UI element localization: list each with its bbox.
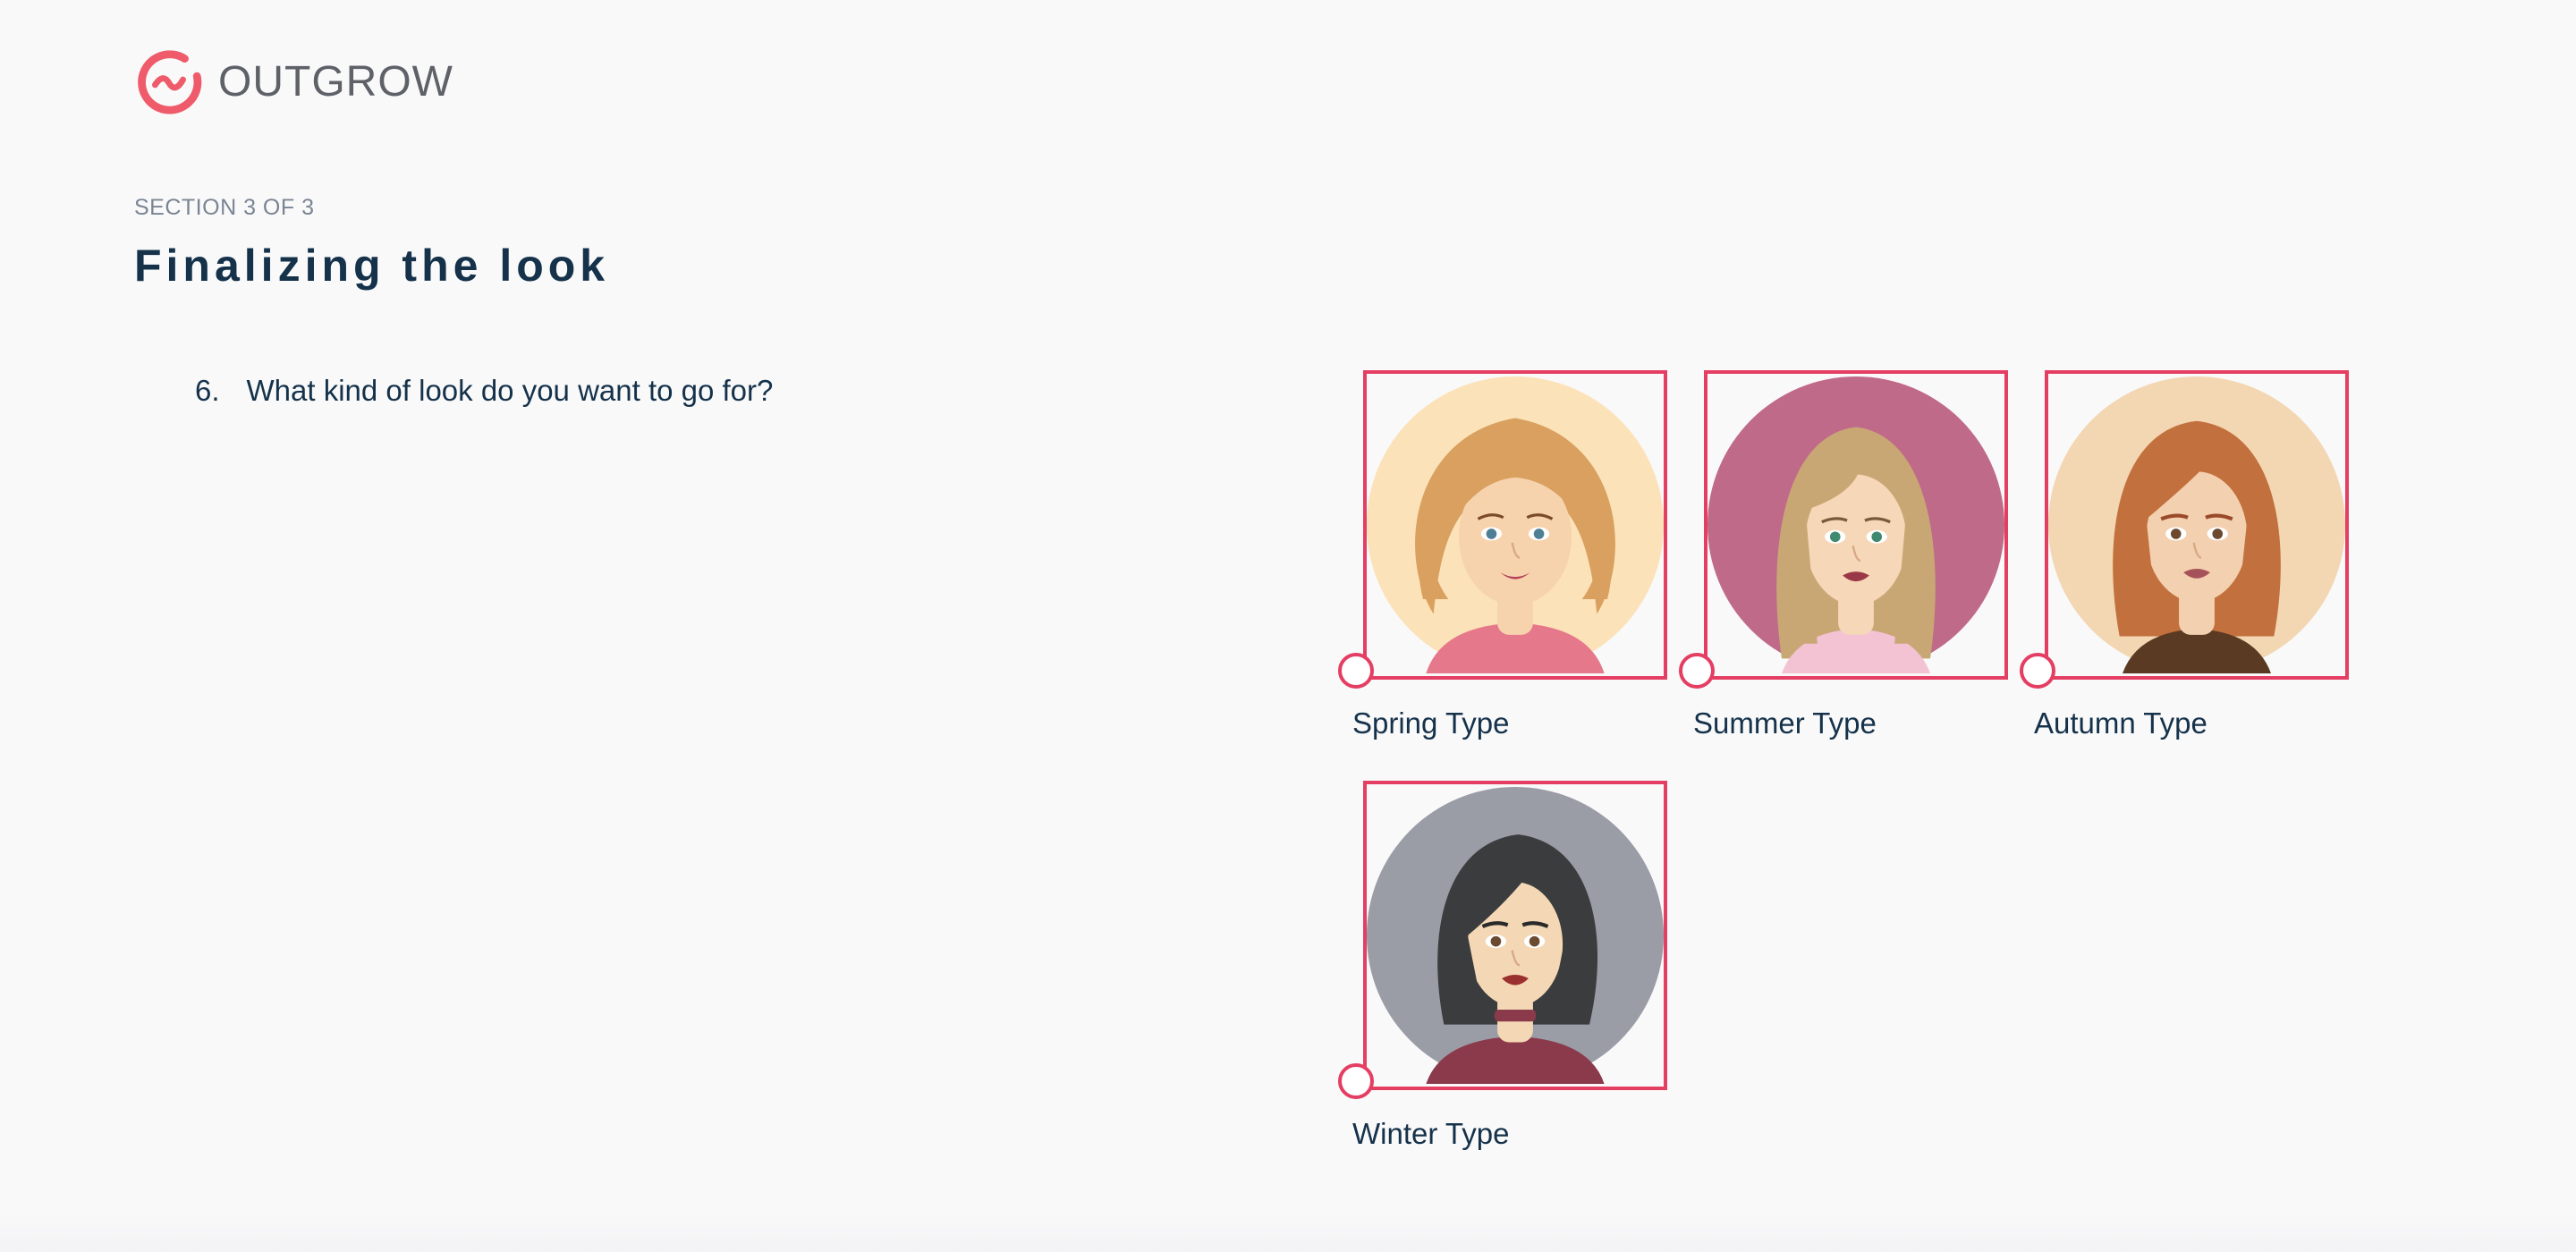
avatar-wrap <box>1367 784 1664 1087</box>
option-radio[interactable] <box>1338 1063 1374 1099</box>
option-radio[interactable] <box>1338 653 1374 689</box>
option-radio[interactable] <box>2020 653 2055 689</box>
outgrow-logo[interactable]: OUTGROW <box>134 47 453 116</box>
option-image-frame[interactable] <box>2045 370 2349 680</box>
question: 6. What kind of look do you want to go f… <box>195 374 773 408</box>
avatar-wrap <box>1707 374 2004 676</box>
question-text: What kind of look do you want to go for? <box>246 374 774 407</box>
question-number: 6. <box>195 374 220 407</box>
spring-avatar-icon <box>1367 376 1664 673</box>
brand-name: OUTGROW <box>218 57 453 106</box>
autumn-avatar-icon <box>2048 376 2345 673</box>
page: OUTGROW SECTION 3 OF 3 Finalizing the lo… <box>0 0 2576 1252</box>
avatar-wrap <box>2048 374 2345 676</box>
option-image-frame[interactable] <box>1704 370 2008 680</box>
option-label[interactable]: Spring Type <box>1352 706 1510 740</box>
option-radio[interactable] <box>1679 653 1715 689</box>
winter-avatar-icon <box>1367 787 1664 1084</box>
option-label[interactable]: Autumn Type <box>2034 706 2207 740</box>
outgrow-logo-icon <box>138 50 202 114</box>
section-title: Finalizing the look <box>134 241 610 291</box>
summer-avatar-icon <box>1707 376 2004 673</box>
footer-shade <box>0 1213 2576 1252</box>
option-image-frame[interactable] <box>1363 781 1667 1090</box>
section-label: SECTION 3 OF 3 <box>134 195 315 220</box>
option-image-frame[interactable] <box>1363 370 1667 680</box>
avatar-wrap <box>1367 374 1664 676</box>
option-label[interactable]: Winter Type <box>1352 1117 1509 1151</box>
option-label[interactable]: Summer Type <box>1693 706 1877 740</box>
